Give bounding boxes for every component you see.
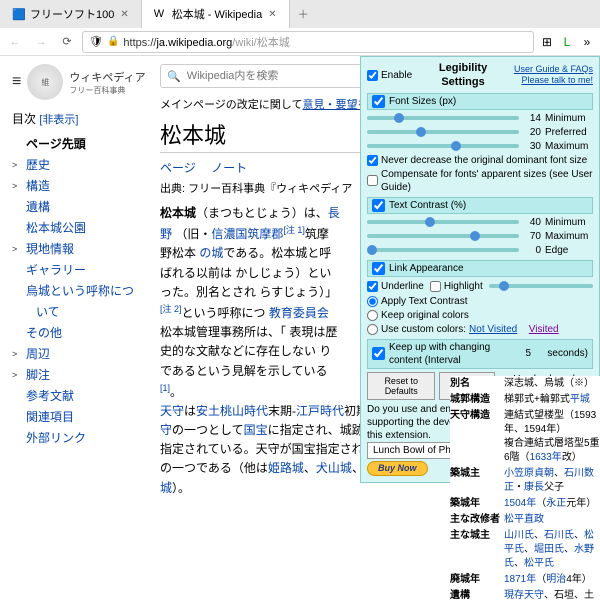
wikipedia-logo-icon[interactable]: 維 <box>27 64 63 100</box>
toc-item[interactable]: 松本城公園 <box>12 217 148 238</box>
tab-1[interactable]: 🟦 フリーソフト100 ✕ <box>0 0 142 28</box>
toc-item[interactable]: 外部リンク <box>12 427 148 448</box>
panel-title: Legibility Settings <box>418 61 508 90</box>
max-font-slider[interactable] <box>367 144 519 148</box>
tab-2[interactable]: W 松本城 - Wikipedia ✕ <box>142 0 290 28</box>
buy-now-button[interactable]: Buy Now <box>367 461 428 477</box>
link-slider[interactable] <box>489 284 593 288</box>
toc-hide[interactable]: [非表示] <box>39 114 78 126</box>
toc-item[interactable]: いて <box>12 301 148 322</box>
url-field[interactable]: 🛡 🔒 https://ja.wikipedia.org/wiki/松本城 <box>82 31 534 53</box>
toc-item[interactable]: >脚注 <box>12 364 148 385</box>
search-icon: 🔍 <box>167 70 181 83</box>
enable-toggle[interactable]: Enable <box>367 69 412 82</box>
max-contrast-slider[interactable] <box>367 234 519 238</box>
pref-font-slider[interactable] <box>367 130 519 134</box>
group-keepup: Keep up with changing content (Interval … <box>367 339 593 369</box>
tab-title: 松本城 - Wikipedia <box>172 6 262 22</box>
close-icon[interactable]: ✕ <box>120 9 128 20</box>
close-icon[interactable]: ✕ <box>268 9 276 20</box>
toc-item[interactable]: 関連項目 <box>12 406 148 427</box>
lock-icon: 🔒 <box>107 36 119 47</box>
toc-item[interactable]: 参考文献 <box>12 385 148 406</box>
menu-icon[interactable]: ≡ <box>12 73 21 91</box>
new-tab-button[interactable]: ＋ <box>290 6 317 22</box>
group-link: Link Appearance <box>367 260 593 277</box>
back-button[interactable]: ← <box>4 31 26 53</box>
toc-item[interactable]: ギャラリー <box>12 259 148 280</box>
reset-button[interactable]: Reset to Defaults <box>367 372 435 400</box>
extension-icon[interactable]: ⊞ <box>538 33 556 51</box>
browser-tabs: 🟦 フリーソフト100 ✕ W 松本城 - Wikipedia ✕ ＋ <box>0 0 600 28</box>
forward-button[interactable]: → <box>30 31 52 53</box>
toc-item[interactable]: 遺構 <box>12 196 148 217</box>
toc-item[interactable]: ページ先頭 <box>12 133 148 154</box>
menu-icon[interactable]: » <box>578 33 596 51</box>
underline-check[interactable]: Underline <box>367 280 424 293</box>
toc-title: 目次 [非表示] <box>12 110 148 127</box>
edge-slider[interactable] <box>367 248 519 252</box>
group-fontsize: Font Sizes (px) <box>367 93 593 110</box>
guide-link[interactable]: User Guide & FAQs <box>514 64 593 74</box>
apply-contrast-radio[interactable]: Apply Text Contrast <box>367 295 593 308</box>
toc-item[interactable]: >現地情報 <box>12 238 148 259</box>
talk-link[interactable]: Please talk to me! <box>521 75 593 85</box>
brand: ウィキペディア <box>69 69 145 85</box>
toc-item[interactable]: >周辺 <box>12 343 148 364</box>
wiki-sidebar: ≡ 維 ウィキペディア フリー百科事典 目次 [非表示] ページ先頭>歴史>構造… <box>0 56 160 502</box>
reload-button[interactable]: ⟳ <box>56 31 78 53</box>
tab-note[interactable]: ノート <box>211 161 247 175</box>
min-contrast-slider[interactable] <box>367 220 519 224</box>
group-contrast: Text Contrast (%) <box>367 197 593 214</box>
address-bar: ← → ⟳ 🛡 🔒 https://ja.wikipedia.org/wiki/… <box>0 28 600 56</box>
highlight-check[interactable]: Highlight <box>430 280 483 293</box>
toc-item[interactable]: 烏城という呼称につ <box>12 280 148 301</box>
extension-icon[interactable]: L <box>558 33 576 51</box>
tab-title: フリーソフト100 <box>30 6 114 22</box>
toc-item[interactable]: >歴史 <box>12 154 148 175</box>
wikipedia-favicon-icon: W <box>154 8 166 20</box>
infobox: 別名深志城、烏城（※）城郭構造梯郭式+輪郭式平城天守構造連結式望楼型（1593年… <box>450 376 600 604</box>
brand-sub: フリー百科事典 <box>69 85 145 96</box>
favicon-icon: 🟦 <box>12 8 24 20</box>
toc-item[interactable]: >構造 <box>12 175 148 196</box>
custom-colors-radio[interactable]: Use custom colors: Not Visited Visited <box>367 323 593 336</box>
toc-item[interactable]: その他 <box>12 322 148 343</box>
never-decrease-check[interactable]: Never decrease the original dominant fon… <box>367 154 593 167</box>
min-font-slider[interactable] <box>367 116 519 120</box>
compensate-check[interactable]: Compensate for fonts' apparent sizes (se… <box>367 168 593 194</box>
shield-icon: 🛡 <box>89 35 103 48</box>
article-body: 松本城（まつもとじょう）は、長野 （旧・信濃国筑摩郡[注 1]筑摩野松本 の城で… <box>160 204 340 502</box>
keep-colors-radio[interactable]: Keep original colors <box>367 309 593 322</box>
url-text: https://ja.wikipedia.org/wiki/松本城 <box>123 34 289 50</box>
tab-page[interactable]: ページ <box>160 161 196 175</box>
